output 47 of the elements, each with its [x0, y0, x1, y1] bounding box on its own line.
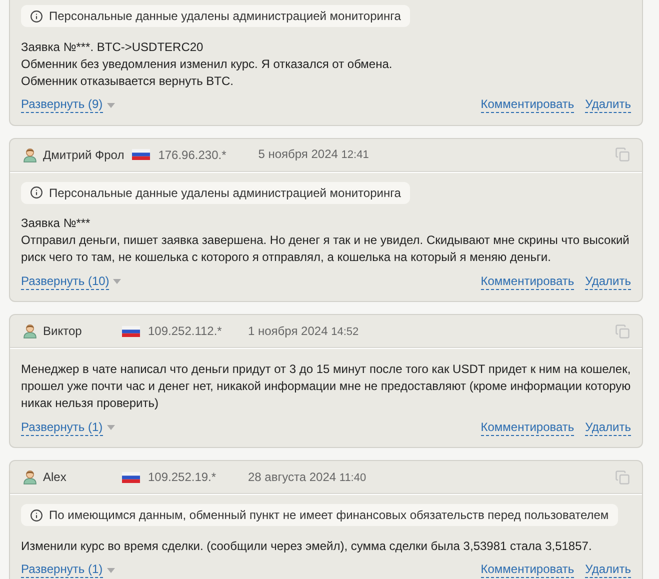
- review-text: Обменник отказывается вернуть BTC.: [21, 72, 235, 90]
- comment-link[interactable]: Комментировать: [480, 420, 574, 436]
- info-icon: [30, 10, 43, 22]
- flag-icon: [122, 472, 140, 482]
- ip-address: 109.252.19.*: [148, 469, 218, 486]
- caret-icon: [106, 102, 115, 108]
- caret-icon: [113, 279, 122, 284]
- review-text: Отправил деньги, пишет заявка завершена. Но денег я так и не увидел. Скидывают мне скрины что высокий риск чего то там, не кошелька с которого я отправлял, а кошелька на который я меняю деньги.: [21, 232, 630, 266]
- caret-icon: [106, 425, 115, 430]
- review-text: Менеджер в чате написал что деньги придут от 3 до 15 минут после того как USDT придет к ним на кошелек, прошел уже почти час и денег нет, никакой информации мне не предоставляют (кроме информации которую никак нельзя проверить): [21, 361, 631, 412]
- user-avatar-icon: [22, 146, 38, 162]
- info-icon: [30, 508, 43, 522]
- delete-link[interactable]: Удалить: [585, 274, 631, 290]
- ip-address: 176.96.230.*: [158, 146, 228, 164]
- author-name: Виктор: [43, 323, 82, 340]
- ip-address: 109.252.112.*: [148, 323, 223, 340]
- review-text: Обменник без уведомления изменил курс. Я отказался от обмена.: [21, 56, 394, 72]
- expand-link[interactable]: Развернуть (10): [21, 274, 122, 290]
- copy-icon[interactable]: [615, 147, 630, 162]
- expand-link[interactable]: Развернуть (9): [21, 97, 115, 113]
- flag-icon: [132, 149, 150, 160]
- copy-icon[interactable]: [615, 324, 630, 338]
- flag-icon: [122, 326, 140, 336]
- user-avatar-icon: [22, 469, 38, 485]
- review-text: Изменили курс во время сделки. (сообщили через эмейл), сумма сделки была 3,53981 стала 3,51857.: [21, 538, 593, 554]
- user-avatar-icon: [22, 323, 38, 339]
- author-name: Alex: [43, 469, 66, 486]
- notice-text: По имеющимся данным, обменный пункт не имеет финансовых обязательств перед пользователем: [49, 507, 609, 524]
- comment-link[interactable]: Комментировать: [480, 274, 574, 290]
- review-date: 5 ноября 2024 12:41: [258, 146, 369, 164]
- review-text: Заявка №***: [21, 215, 92, 232]
- notice-text: Персональные данные удалены администрацией мониторинга: [49, 184, 401, 202]
- expand-link[interactable]: Развернуть (1): [21, 562, 115, 578]
- review-date: 1 ноября 2024 14:52: [248, 322, 359, 340]
- review-date: 28 августа 2024 11:40: [248, 468, 366, 486]
- delete-link[interactable]: Удалить: [585, 562, 631, 578]
- review-text: Заявка №***. BTC->USDTERC20: [21, 38, 204, 56]
- expand-link[interactable]: Развернуть (1): [21, 420, 115, 436]
- notice-text: Персональные данные удалены администрацией мониторинга: [49, 8, 401, 25]
- delete-link[interactable]: Удалить: [585, 97, 631, 113]
- info-icon: [30, 186, 43, 199]
- copy-icon[interactable]: [615, 470, 630, 484]
- comment-link[interactable]: Комментировать: [480, 562, 574, 578]
- caret-icon: [106, 568, 115, 572]
- author-name: Дмитрий Фрол: [43, 146, 124, 164]
- delete-link[interactable]: Удалить: [585, 420, 631, 436]
- comment-link[interactable]: Комментировать: [480, 97, 574, 113]
